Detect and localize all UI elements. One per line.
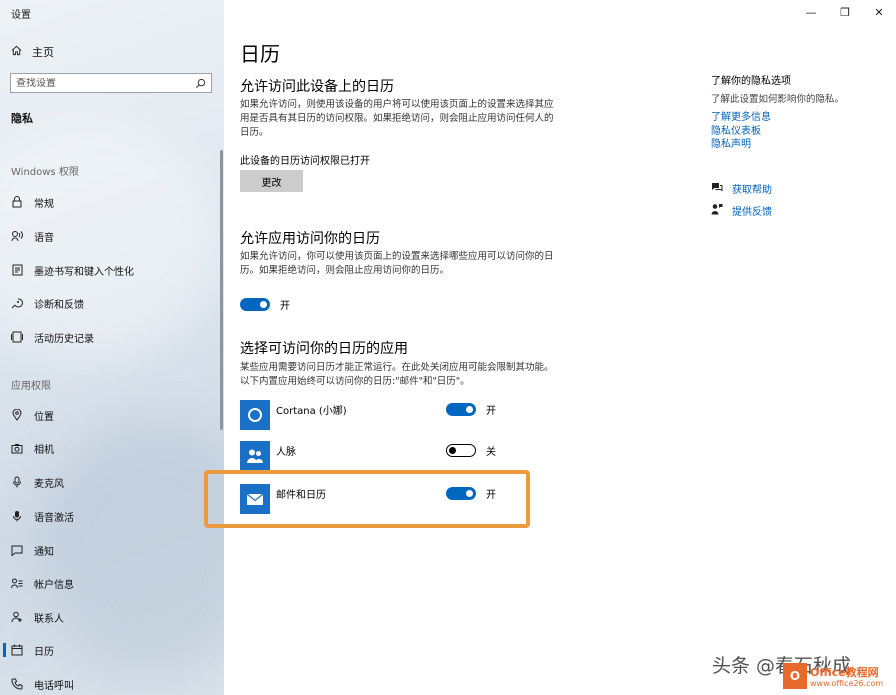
app-toggle-row: 开 [446,402,496,417]
choose-apps-description: 某些应用需要访问日历才能正常运行。在此处关闭应用可能会限制其功能。以下内置应用始… [240,362,554,387]
sidebar-item-label: 联系人 [34,613,64,625]
sidebar-scrollbar[interactable] [220,150,223,430]
pen-icon [10,264,24,276]
app-name: Cortana (小娜) [276,406,347,417]
restore-button[interactable]: ❐ [828,0,862,24]
cortana-toggle[interactable] [446,403,476,416]
watermark-brand: Office教程网 [810,666,879,679]
sidebar-item-speech[interactable]: 语音 [0,224,224,248]
section-title: 隐私 [11,112,33,125]
sidebar-item-label: 位置 [34,411,54,423]
sidebar-item-label: 通知 [34,546,54,558]
sidebar-item-voice-activation[interactable]: 语音激活 [0,504,224,528]
sidebar-item-diagnostics[interactable]: 诊断和反馈 [0,291,224,315]
app-row-people: 人脉 关 [240,441,540,471]
calendar-icon [10,644,24,656]
window-title: 设置 [11,10,31,21]
sidebar-item-camera[interactable]: 相机 [0,436,224,460]
get-help-label: 获取帮助 [732,185,772,196]
sidebar-item-label: 墨迹书写和键入个性化 [34,266,134,278]
choose-apps-heading: 选择可访问你的日历的应用 [240,341,408,357]
cortana-icon [240,400,270,430]
page-title: 日历 [240,42,280,66]
sidebar-item-label: 电话呼叫 [34,680,74,692]
sidebar-item-label: 活动历史记录 [34,333,94,345]
voice-activation-icon [10,510,24,522]
change-button[interactable]: 更改 [240,170,303,192]
sidebar-item-notifications[interactable]: 通知 [0,538,224,562]
sidebar-item-activity-history[interactable]: 活动历史记录 [0,325,224,349]
sidebar-item-label: 诊断和反馈 [34,299,84,311]
home-icon [11,45,22,59]
search-icon[interactable] [195,74,206,93]
give-feedback-label: 提供反馈 [732,207,772,218]
search-input[interactable] [16,77,176,89]
diagnostics-icon [10,297,24,309]
lock-icon [10,196,24,208]
give-feedback-link[interactable]: 提供反馈 [711,203,772,218]
sidebar-item-contacts[interactable]: 联系人 [0,605,224,629]
learn-more-link[interactable]: 了解更多信息 [711,108,771,123]
app-row-cortana: Cortana (小娜) 开 [240,400,540,430]
group-label-windows: Windows 权限 [11,167,79,178]
apps-access-toggle-label: 开 [280,301,290,312]
people-toggle[interactable] [446,444,476,457]
sidebar-item-label: 帐户信息 [34,579,74,591]
sidebar-item-home[interactable]: 主页 [11,44,54,60]
privacy-options-title: 了解你的隐私选项 [711,76,791,87]
app-name: 人脉 [276,447,296,458]
sidebar-item-label: 语音激活 [34,512,74,524]
main-content: — ❐ ✕ 日历 允许访问此设备上的日历 如果允许访问，则使用该设备的用户将可以… [204,0,896,695]
history-icon [10,331,24,343]
feedback-icon [711,203,723,218]
close-button[interactable]: ✕ [862,0,896,24]
office-logo-icon: O [783,663,807,689]
privacy-options-text: 了解此设置如何影响你的隐私。 [711,94,845,105]
help-chat-icon [711,182,723,196]
apps-access-description: 如果允许访问，你可以使用该页面上的设置来选择哪些应用可以访问你的日历。如果拒绝访… [240,251,554,276]
sidebar-item-inking[interactable]: 墨迹书写和键入个性化 [0,258,224,282]
sidebar-item-calendar[interactable]: 日历 [0,638,224,662]
sidebar-item-phone-calls[interactable]: 电话呼叫 [0,672,224,695]
sidebar-item-label: 麦克风 [34,478,64,490]
device-access-description: 如果允许访问，则使用该设备的用户将可以使用该页面上的设置来选择其应用是否具有其日… [240,99,554,138]
app-toggle-label: 关 [486,447,496,458]
apps-access-heading: 允许应用访问你的日历 [240,231,380,247]
apps-access-toggle[interactable] [240,298,270,311]
camera-icon [10,443,24,454]
sidebar-item-label: 语音 [34,232,54,244]
sidebar-item-account-info[interactable]: 帐户信息 [0,571,224,595]
app-toggle-row: 关 [446,443,496,458]
sidebar-item-label: 主页 [32,46,54,59]
phone-icon [10,678,24,690]
device-access-status: 此设备的日历访问权限已打开 [240,156,370,167]
app-toggle-label: 开 [486,406,496,417]
sidebar-item-general[interactable]: 常规 [0,190,224,214]
sidebar-item-microphone[interactable]: 麦克风 [0,470,224,494]
apps-access-toggle-row: 开 [240,297,290,312]
speech-icon [10,230,24,242]
notification-icon [10,545,24,556]
contacts-icon [10,611,24,623]
search-box[interactable] [10,73,212,93]
sidebar-item-label: 日历 [34,646,54,658]
sidebar-item-label: 常规 [34,198,54,210]
group-label-apps: 应用权限 [11,381,51,392]
watermark-url: www.office26.com [810,679,884,688]
highlight-box [204,470,530,528]
location-icon [10,409,24,421]
people-icon [240,441,270,471]
microphone-icon [10,476,24,488]
privacy-statement-link[interactable]: 隐私声明 [711,135,751,150]
sidebar: 设置 主页 隐私 Windows 权限 常规 语音 墨迹书写和键入个性化 诊断和… [0,0,224,695]
window-controls: — ❐ ✕ [794,0,896,24]
sidebar-item-location[interactable]: 位置 [0,403,224,427]
device-access-heading: 允许访问此设备上的日历 [240,79,394,95]
sidebar-item-label: 相机 [34,444,54,456]
minimize-button[interactable]: — [794,0,828,24]
get-help-link[interactable]: 获取帮助 [711,181,772,196]
account-info-icon [10,578,24,589]
